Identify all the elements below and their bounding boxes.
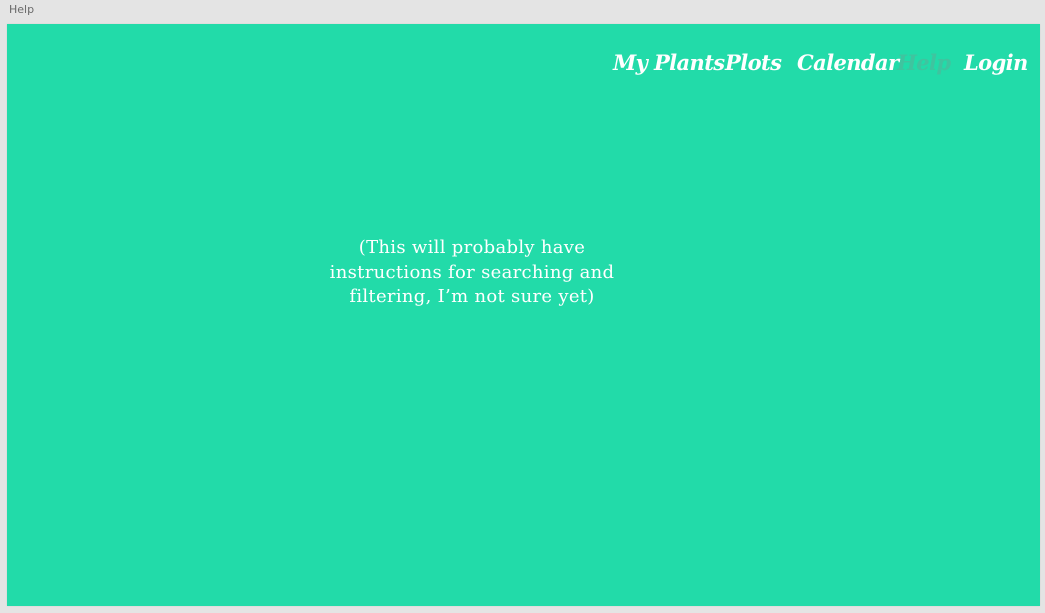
nav-item-calendar[interactable]: Calendar — [797, 50, 899, 76]
instructions-line: instructions for searching and — [329, 261, 615, 283]
nav-item-plots[interactable]: Plots — [725, 50, 782, 76]
instructions-line: filtering, I’m not sure yet) — [349, 286, 595, 307]
nav-item-my-plants[interactable]: My Plants — [613, 50, 725, 76]
nav-item-login[interactable]: Login — [964, 50, 1028, 76]
artboard-label: Help — [9, 3, 35, 16]
help-instructions: (This will probably have instructions fo… — [312, 236, 632, 310]
nav-item-help[interactable]: Help — [897, 50, 951, 76]
instructions-line: (This will probably have — [358, 237, 586, 258]
top-navigation: My Plants Plots Calendar Help Login — [7, 50, 1040, 80]
help-page: My Plants Plots Calendar Help Login (Thi… — [7, 24, 1040, 606]
